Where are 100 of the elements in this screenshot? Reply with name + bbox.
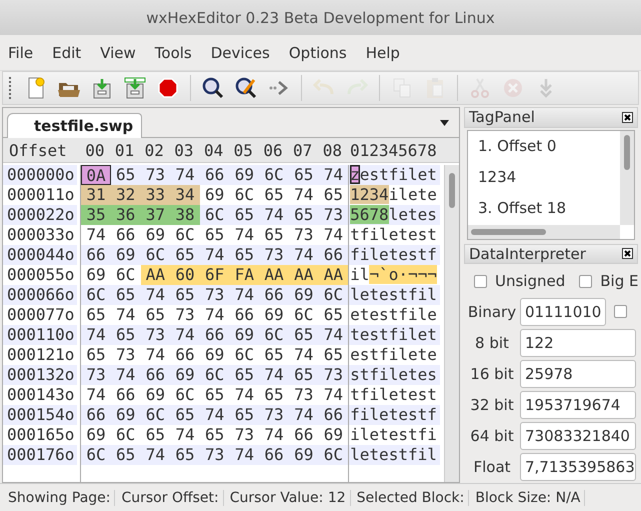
scrollbar[interactable]	[444, 165, 459, 482]
hex-byte[interactable]: 66	[170, 345, 200, 365]
hex-byte[interactable]: 37	[140, 205, 170, 225]
hex-byte[interactable]: FA	[230, 265, 260, 285]
hex-byte[interactable]: 66	[318, 245, 348, 265]
hex-byte[interactable]: 6C	[288, 305, 319, 325]
hex-byte[interactable]: 73	[288, 385, 319, 405]
hex-byte[interactable]: 65	[259, 385, 289, 405]
hex-byte[interactable]: 74	[81, 325, 111, 345]
hex-byte[interactable]: 74	[200, 245, 230, 265]
hex-byte[interactable]: 6F	[200, 265, 230, 285]
hex-byte[interactable]: 74	[288, 405, 319, 425]
value-field[interactable]: 73083321840	[520, 422, 636, 450]
hex-byte[interactable]: 74	[230, 225, 260, 245]
hex-byte[interactable]: 33	[140, 185, 170, 205]
checkbox[interactable]	[614, 305, 627, 318]
hex-byte[interactable]: 74	[259, 205, 289, 225]
hex-byte[interactable]: 74	[318, 165, 348, 185]
hex-byte[interactable]: 65	[259, 345, 289, 365]
hex-byte[interactable]: 6C	[110, 265, 140, 285]
hex-byte[interactable]: 6C	[230, 345, 260, 365]
text-cell[interactable]: iletestfi	[350, 425, 437, 444]
hex-byte[interactable]: 65	[230, 245, 260, 265]
hex-byte[interactable]: 6C	[200, 205, 230, 225]
hex-byte[interactable]: 34	[170, 185, 200, 205]
text-cell[interactable]: letes	[388, 205, 437, 224]
hex-byte[interactable]: 73	[140, 165, 170, 185]
hex-byte[interactable]: 74	[81, 225, 111, 245]
tag-item[interactable]: 1. Offset 0	[478, 130, 556, 162]
hex-byte[interactable]: 65	[170, 245, 200, 265]
hex-byte[interactable]: 6C	[318, 445, 348, 465]
hex-byte[interactable]: 74	[259, 425, 289, 445]
hex-byte[interactable]: 65	[110, 325, 140, 345]
menu-item[interactable]: View	[100, 44, 136, 62]
hex-byte[interactable]: 65	[288, 325, 319, 345]
hex-byte[interactable]: 38	[170, 205, 200, 225]
hex-byte[interactable]: 66	[230, 305, 260, 325]
save-as-button[interactable]	[122, 75, 148, 101]
hex-byte[interactable]: 74	[288, 345, 319, 365]
hex-byte[interactable]: 69	[230, 165, 260, 185]
hex-byte[interactable]: 73	[259, 405, 289, 425]
hex-byte[interactable]: 69	[140, 225, 170, 245]
hex-byte[interactable]: 66	[200, 165, 230, 185]
hex-byte[interactable]: 73	[110, 345, 140, 365]
hex-byte[interactable]: 6C	[259, 325, 289, 345]
hex-byte[interactable]: 66	[140, 365, 170, 385]
hex-byte[interactable]: 73	[81, 365, 111, 385]
scrollbar[interactable]	[620, 130, 634, 225]
file-tab[interactable]: testfile.swp	[7, 113, 142, 138]
hex-byte[interactable]: 73	[230, 425, 260, 445]
hex-byte[interactable]: 65	[81, 345, 111, 365]
hex-byte[interactable]: 0A	[81, 165, 111, 185]
hex-byte[interactable]: 35	[81, 205, 111, 225]
hex-byte[interactable]: 65	[170, 285, 200, 305]
hex-byte[interactable]: 74	[81, 385, 111, 405]
menu-item[interactable]: Tools	[154, 44, 192, 62]
hex-byte[interactable]: 69	[288, 285, 319, 305]
text-cell[interactable]: estfilete	[350, 345, 437, 364]
hex-byte[interactable]: 74	[110, 305, 140, 325]
menu-item[interactable]: Help	[366, 44, 400, 62]
checkbox-label[interactable]: Big E	[600, 272, 638, 290]
hex-byte[interactable]: 65	[230, 365, 260, 385]
hex-byte[interactable]: 66	[259, 445, 289, 465]
hex-byte[interactable]: 66	[81, 245, 111, 265]
hex-byte[interactable]: 66	[81, 405, 111, 425]
search-pencil-button[interactable]	[233, 75, 259, 101]
hex-byte[interactable]: 74	[200, 305, 230, 325]
hex-byte[interactable]: 60	[170, 265, 200, 285]
hex-byte[interactable]: 65	[110, 285, 140, 305]
text-cell[interactable]: tfiletest	[350, 385, 437, 404]
hex-byte[interactable]: 65	[318, 305, 348, 325]
hex-byte[interactable]: 65	[200, 225, 230, 245]
hex-byte[interactable]: 6C	[230, 185, 260, 205]
hex-byte[interactable]: 6C	[200, 365, 230, 385]
text-cell[interactable]: 5678	[350, 205, 389, 224]
checkbox[interactable]	[579, 274, 592, 288]
value-field[interactable]: 122	[520, 328, 636, 357]
hex-byte[interactable]: 65	[200, 425, 230, 445]
hex-byte[interactable]: 65	[230, 205, 260, 225]
value-field[interactable]: 25978	[520, 360, 636, 388]
hex-byte[interactable]: 69	[110, 405, 140, 425]
hex-byte[interactable]: 6C	[140, 405, 170, 425]
hex-byte[interactable]: 6C	[140, 245, 170, 265]
hex-byte[interactable]: 73	[140, 325, 170, 345]
hex-byte[interactable]: 66	[288, 425, 319, 445]
hex-byte[interactable]: 69	[81, 425, 111, 445]
search-button[interactable]	[200, 75, 226, 101]
hex-byte[interactable]: 74	[318, 325, 348, 345]
hex-byte[interactable]: 74	[259, 365, 289, 385]
hex-byte[interactable]: 69	[200, 185, 230, 205]
hex-byte[interactable]: 73	[318, 365, 348, 385]
hex-byte[interactable]: 6C	[81, 285, 111, 305]
hex-byte[interactable]: 69	[110, 245, 140, 265]
hex-byte[interactable]: 69	[81, 265, 111, 285]
hex-byte[interactable]: 36	[110, 205, 140, 225]
tag-item[interactable]: 1234	[478, 162, 516, 192]
hex-byte[interactable]: AA	[318, 265, 348, 285]
hex-byte[interactable]: 73	[170, 305, 200, 325]
hex-byte[interactable]: 65	[110, 445, 140, 465]
hex-byte[interactable]: 74	[140, 345, 170, 365]
